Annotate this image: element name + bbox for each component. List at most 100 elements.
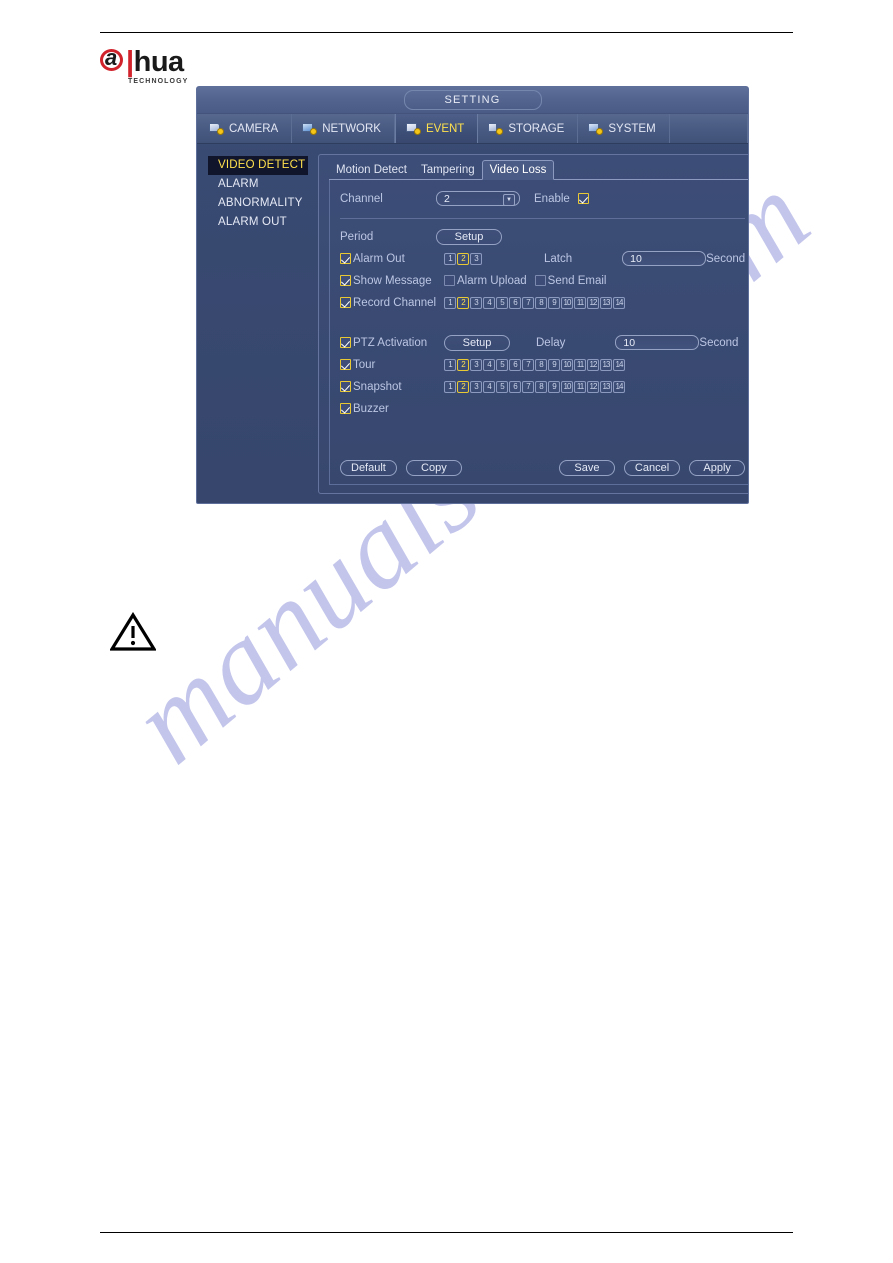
- setting-window: SETTING CAMERA NETWORK EVENT STORAGE SYS…: [196, 86, 749, 504]
- sidebar-item-abnormality[interactable]: ABNORMALITY: [208, 194, 308, 213]
- snapshot-channel-2[interactable]: 2: [457, 380, 469, 393]
- record-channel-10[interactable]: 10: [561, 296, 573, 309]
- record-channel-label: Record Channel: [353, 296, 437, 309]
- tour-channel-3[interactable]: 3: [470, 358, 482, 371]
- show-message-row: Show Message Alarm Upload Send Email: [340, 271, 745, 290]
- snapshot-channel-5[interactable]: 5: [496, 380, 508, 393]
- checkbox-box: [340, 275, 351, 286]
- ptz-setup-button[interactable]: Setup: [444, 334, 510, 351]
- buzzer-checkbox[interactable]: Buzzer: [340, 403, 389, 415]
- delay-label: Delay: [536, 336, 566, 349]
- copy-button[interactable]: Copy: [405, 460, 462, 476]
- alarm-out-channel-1[interactable]: 1: [444, 252, 456, 265]
- delay-input[interactable]: 10: [615, 335, 700, 350]
- record-channel-5[interactable]: 5: [496, 296, 508, 309]
- record-channel-checkbox[interactable]: Record Channel: [340, 297, 436, 309]
- record-channel-13[interactable]: 13: [600, 296, 612, 309]
- default-button[interactable]: Default: [340, 460, 397, 476]
- snapshot-channel-4[interactable]: 4: [483, 380, 495, 393]
- network-icon: [302, 122, 318, 135]
- record-channel-6[interactable]: 6: [509, 296, 521, 309]
- tour-channel-6[interactable]: 6: [509, 358, 521, 371]
- record-channel-1[interactable]: 1: [444, 296, 456, 309]
- video-loss-form: Channel 2 ▼ Enable Period Setup Alarm Ou…: [329, 180, 748, 485]
- snapshot-channel-12[interactable]: 12: [587, 380, 599, 393]
- checkbox-box: [534, 275, 546, 286]
- snapshot-channel-9[interactable]: 9: [548, 380, 560, 393]
- sidebar-item-alarm-out[interactable]: ALARM OUT: [208, 213, 308, 232]
- channel-select[interactable]: 2 ▼: [436, 191, 520, 206]
- sub-tabbar: Motion Detect Tampering Video Loss: [329, 160, 748, 180]
- checkbox-box: [340, 403, 351, 414]
- snapshot-channel-14[interactable]: 14: [613, 380, 625, 393]
- cancel-button[interactable]: Cancel: [623, 460, 681, 476]
- checkbox-box: [340, 359, 351, 370]
- save-button[interactable]: Save: [558, 460, 615, 476]
- sidebar-item-alarm[interactable]: ALARM: [208, 175, 308, 194]
- tour-checkbox[interactable]: Tour: [340, 359, 436, 371]
- record-channel-8[interactable]: 8: [535, 296, 547, 309]
- snapshot-channel-10[interactable]: 10: [561, 380, 573, 393]
- tab-system[interactable]: SYSTEM: [578, 114, 670, 143]
- record-channel-14[interactable]: 14: [613, 296, 625, 309]
- record-channel-7[interactable]: 7: [522, 296, 534, 309]
- period-setup-button[interactable]: Setup: [436, 228, 502, 245]
- snapshot-channel-3[interactable]: 3: [470, 380, 482, 393]
- subtab-tampering[interactable]: Tampering: [414, 161, 482, 179]
- snapshot-channel-13[interactable]: 13: [600, 380, 612, 393]
- tour-channel-10[interactable]: 10: [561, 358, 573, 371]
- tab-camera[interactable]: CAMERA: [197, 114, 293, 143]
- subtab-video-loss[interactable]: Video Loss: [481, 160, 555, 180]
- record-channel-2[interactable]: 2: [457, 296, 469, 309]
- alarm-out-channel-2[interactable]: 2: [457, 252, 469, 265]
- tab-camera-label: CAMERA: [229, 122, 279, 135]
- snapshot-channel-8[interactable]: 8: [535, 380, 547, 393]
- tour-channel-8[interactable]: 8: [535, 358, 547, 371]
- sidebar-item-label: VIDEO DETECT: [218, 159, 306, 171]
- latch-input[interactable]: 10: [622, 251, 707, 266]
- record-channel-4[interactable]: 4: [483, 296, 495, 309]
- snapshot-channel-1[interactable]: 1: [444, 380, 456, 393]
- enable-checkbox[interactable]: [577, 193, 589, 204]
- tour-channel-5[interactable]: 5: [496, 358, 508, 371]
- alarm-upload-label: Alarm Upload: [457, 274, 527, 287]
- record-channel-9[interactable]: 9: [548, 296, 560, 309]
- tab-storage-label: STORAGE: [508, 122, 565, 135]
- tour-channel-13[interactable]: 13: [600, 358, 612, 371]
- tab-event[interactable]: EVENT: [394, 114, 479, 143]
- tour-channel-9[interactable]: 9: [548, 358, 560, 371]
- tour-channel-4[interactable]: 4: [483, 358, 495, 371]
- snapshot-channel-11[interactable]: 11: [574, 380, 586, 393]
- send-email-checkbox[interactable]: Send Email: [534, 274, 607, 287]
- snapshot-checkbox[interactable]: Snapshot: [340, 381, 436, 393]
- tour-channel-14[interactable]: 14: [613, 358, 625, 371]
- record-channel-3[interactable]: 3: [470, 296, 482, 309]
- record-channel-11[interactable]: 11: [574, 296, 586, 309]
- tour-channel-7[interactable]: 7: [522, 358, 534, 371]
- tour-channel-set: 1 2 3 4 5 6 7 8 9 10 11 12 13 14: [444, 358, 625, 371]
- sidebar-item-video-detect[interactable]: VIDEO DETECT: [208, 156, 308, 175]
- alarm-upload-checkbox[interactable]: Alarm Upload: [444, 275, 527, 287]
- snapshot-channel-7[interactable]: 7: [522, 380, 534, 393]
- show-message-checkbox[interactable]: Show Message: [340, 275, 436, 287]
- apply-button[interactable]: Apply: [689, 460, 746, 476]
- tour-channel-12[interactable]: 12: [587, 358, 599, 371]
- record-channel-12[interactable]: 12: [587, 296, 599, 309]
- snapshot-channel-6[interactable]: 6: [509, 380, 521, 393]
- alarm-out-row: Alarm Out 1 2 3 Latch 10 Second: [340, 249, 745, 268]
- snapshot-label: Snapshot: [353, 380, 402, 393]
- ptz-activation-checkbox[interactable]: PTZ Activation: [340, 337, 436, 349]
- tour-channel-1[interactable]: 1: [444, 358, 456, 371]
- tab-network[interactable]: NETWORK: [292, 114, 395, 143]
- alarm-out-channel-3[interactable]: 3: [470, 252, 482, 265]
- sidebar-item-label: ALARM: [218, 178, 259, 190]
- tab-storage[interactable]: STORAGE: [478, 114, 579, 143]
- subtab-motion-detect[interactable]: Motion Detect: [329, 161, 414, 179]
- page-bottom-rule: [100, 1232, 793, 1233]
- tour-channel-11[interactable]: 11: [574, 358, 586, 371]
- form-footer: Default Copy Save Cancel Apply: [340, 454, 746, 476]
- tour-channel-2[interactable]: 2: [457, 358, 469, 371]
- send-email-label: Send Email: [547, 274, 607, 287]
- alarm-out-checkbox[interactable]: Alarm Out: [340, 253, 436, 265]
- form-divider: [340, 218, 746, 219]
